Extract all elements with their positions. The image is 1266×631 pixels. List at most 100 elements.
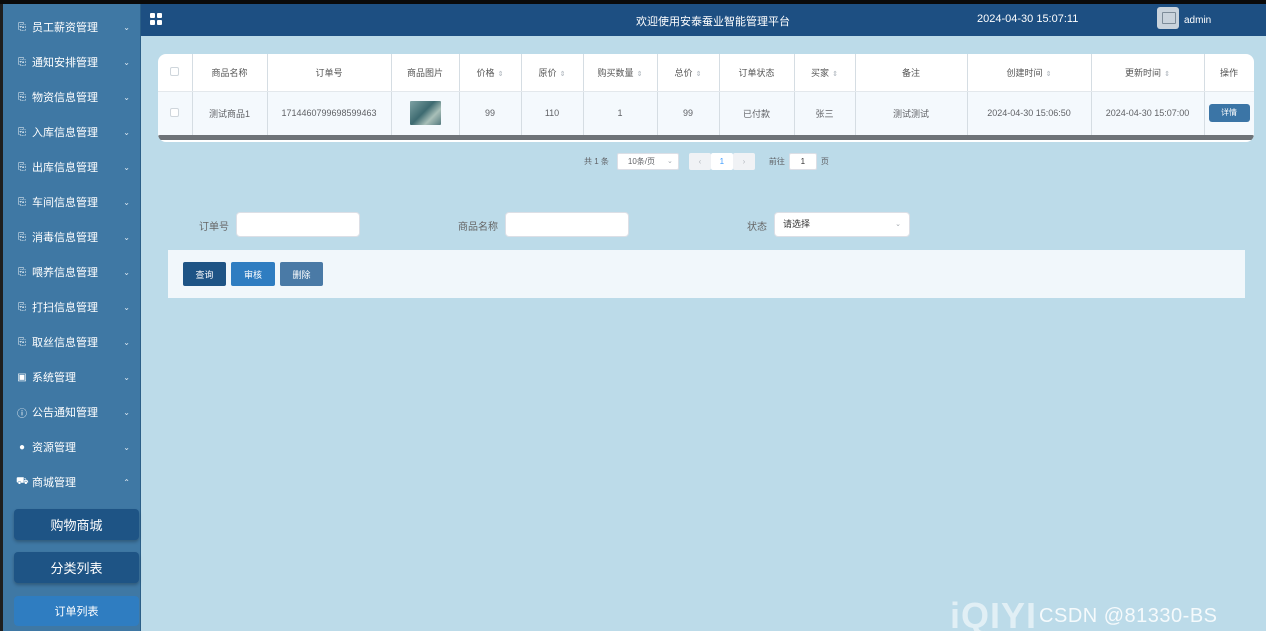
sidebar-item-silk[interactable]: ⎘ 取丝信息管理 ⌄ (6, 327, 140, 357)
avatar[interactable] (1157, 7, 1179, 29)
col-header-label: 价格 (476, 67, 495, 78)
submenu-shopping-mall[interactable]: 购物商城 (14, 509, 139, 540)
chevron-down-icon: ⌄ (123, 197, 130, 207)
document-icon: ⎘ (18, 266, 26, 278)
sort-icon[interactable]: ⇕ (832, 71, 838, 78)
chevron-down-icon: ⌄ (123, 407, 130, 417)
col-header-label: 原价 (538, 67, 557, 78)
prev-page-button[interactable]: ‹ (688, 152, 711, 170)
col-header-sortable[interactable]: 购买数量 ⇕ (583, 54, 658, 92)
total-count: 共 1 条 (584, 156, 609, 166)
sort-icon[interactable]: ⇕ (1046, 71, 1052, 78)
bulb-icon: ● (18, 441, 26, 453)
sidebar-item-notice-arrange[interactable]: ⎘ 通知安排管理 ⌄ (6, 47, 140, 77)
document-icon: ⎘ (18, 91, 26, 103)
sidebar-item-inbound[interactable]: ⎘ 入库信息管理 ⌄ (6, 117, 140, 147)
grid-menu-icon[interactable] (150, 13, 162, 25)
cell-updated: 2024-04-30 15:07:00 (1091, 91, 1205, 136)
col-header: 商品图片 (391, 54, 460, 92)
chevron-down-icon: ⌄ (123, 442, 130, 452)
goto-page-input[interactable]: 1 (788, 152, 817, 170)
sidebar-item-mall[interactable]: ⛟ 商城管理 ⌃ (6, 467, 140, 497)
document-icon: ⎘ (18, 161, 26, 173)
query-button[interactable]: 查询 (183, 262, 226, 286)
document-icon: ⎘ (18, 336, 26, 348)
col-header-sortable[interactable]: 价格 ⇕ (459, 54, 522, 92)
product-thumbnail[interactable] (409, 101, 441, 125)
submenu-order-list[interactable]: 订单列表 (14, 596, 139, 626)
chevron-down-icon: ⌄ (895, 221, 901, 228)
chevron-up-icon: ⌃ (123, 477, 130, 487)
sort-icon[interactable]: ⇕ (498, 71, 504, 78)
col-header-sortable[interactable]: 总价 ⇕ (657, 54, 720, 92)
sidebar-item-announcement[interactable]: ⓘ 公告通知管理 ⌄ (6, 397, 140, 427)
next-page-button[interactable]: › (732, 152, 755, 170)
sort-icon[interactable]: ⇕ (1164, 71, 1170, 78)
goto-label: 前往 (768, 156, 785, 166)
sidebar-item-outbound[interactable]: ⎘ 出库信息管理 ⌄ (6, 152, 140, 182)
sort-icon[interactable]: ⇕ (560, 71, 566, 78)
horizontal-scrollbar[interactable] (158, 135, 1254, 140)
cell-original-price: 110 (521, 91, 584, 136)
col-header-sortable[interactable]: 更新时间 ⇕ (1091, 54, 1205, 92)
sidebar-item-material[interactable]: ⎘ 物资信息管理 ⌄ (6, 82, 140, 112)
status-select-value: 请选择 (783, 219, 811, 229)
sidebar-item-label: 喂养信息管理 (32, 267, 98, 279)
chevron-down-icon: ⌄ (123, 337, 130, 347)
row-checkbox[interactable] (170, 107, 180, 117)
sidebar-item-workshop[interactable]: ⎘ 车间信息管理 ⌄ (6, 187, 140, 217)
sidebar-item-label: 商城管理 (32, 477, 76, 489)
page-number-current[interactable]: 1 (710, 152, 733, 170)
delete-button[interactable]: 删除 (280, 262, 323, 286)
chevron-down-icon: ⌄ (123, 372, 130, 382)
sidebar: ⎘ 员工薪资管理 ⌄ ⎘ 通知安排管理 ⌄ ⎘ 物资信息管理 ⌄ ⎘ 入库信息管理 ⌄ ⎘ 出库信… (0, 4, 141, 631)
page-size-select[interactable]: 10条/页 ⌄ (616, 152, 679, 170)
status-select[interactable]: 请选择 ⌄ (774, 212, 910, 237)
cell-product-name: 测试商品1 (192, 91, 268, 136)
sidebar-item-label: 车间信息管理 (32, 197, 98, 209)
sidebar-item-cleaning[interactable]: ⎘ 打扫信息管理 ⌄ (6, 292, 140, 322)
sidebar-item-feeding[interactable]: ⎘ 喂养信息管理 ⌄ (6, 257, 140, 287)
chevron-down-icon: ⌄ (123, 92, 130, 102)
col-header-label: 更新时间 (1125, 67, 1162, 78)
row-select-cell (158, 91, 193, 136)
sort-icon[interactable]: ⇕ (637, 71, 643, 78)
sidebar-item-label: 公告通知管理 (32, 407, 98, 419)
image-icon: ▣ (17, 371, 27, 383)
cell-created: 2024-04-30 15:06:50 (967, 91, 1092, 136)
sidebar-item-system[interactable]: ▣ 系统管理 ⌄ (6, 362, 140, 392)
col-header-sortable[interactable]: 创建时间 ⇕ (967, 54, 1092, 92)
sidebar-item-resource[interactable]: ● 资源管理 ⌄ (6, 432, 140, 462)
detail-button[interactable]: 详情 (1208, 104, 1250, 122)
col-header-sortable[interactable]: 原价 ⇕ (521, 54, 584, 92)
current-datetime: 2024-04-30 15:07:11 (977, 13, 1079, 25)
chevron-down-icon: ⌄ (123, 302, 130, 312)
cell-remark: 测试测试 (855, 91, 968, 136)
col-header: 操作 (1204, 54, 1254, 92)
table-row[interactable]: 测试商品1 1714460799698599463 99 110 1 99 已付… (158, 91, 1254, 136)
sidebar-item-salary[interactable]: ⎘ 员工薪资管理 ⌄ (6, 12, 140, 42)
username[interactable]: admin (1184, 15, 1211, 26)
document-icon: ⎘ (18, 231, 26, 243)
order-no-input[interactable] (236, 212, 360, 237)
chevron-down-icon: ⌄ (123, 127, 130, 137)
cell-product-image (391, 91, 460, 136)
cell-order-no: 1714460799698599463 (267, 91, 392, 136)
select-all-checkbox[interactable] (170, 66, 180, 76)
sidebar-item-disinfect[interactable]: ⎘ 消毒信息管理 ⌄ (6, 222, 140, 252)
sidebar-item-label: 消毒信息管理 (32, 232, 98, 244)
document-icon: ⎘ (18, 196, 26, 208)
cell-total: 99 (657, 91, 720, 136)
cell-price: 99 (459, 91, 522, 136)
product-name-label: 商品名称 (458, 222, 498, 233)
cell-status: 已付款 (719, 91, 795, 136)
sidebar-item-label: 通知安排管理 (32, 57, 98, 69)
col-header: 备注 (855, 54, 968, 92)
sort-icon[interactable]: ⇕ (696, 71, 702, 78)
col-header-label: 总价 (674, 67, 693, 78)
status-label: 状态 (747, 222, 767, 233)
audit-button[interactable]: 审核 (231, 262, 275, 286)
submenu-category-list[interactable]: 分类列表 (14, 552, 139, 583)
col-header-sortable[interactable]: 买家 ⇕ (794, 54, 856, 92)
product-name-input[interactable] (505, 212, 629, 237)
